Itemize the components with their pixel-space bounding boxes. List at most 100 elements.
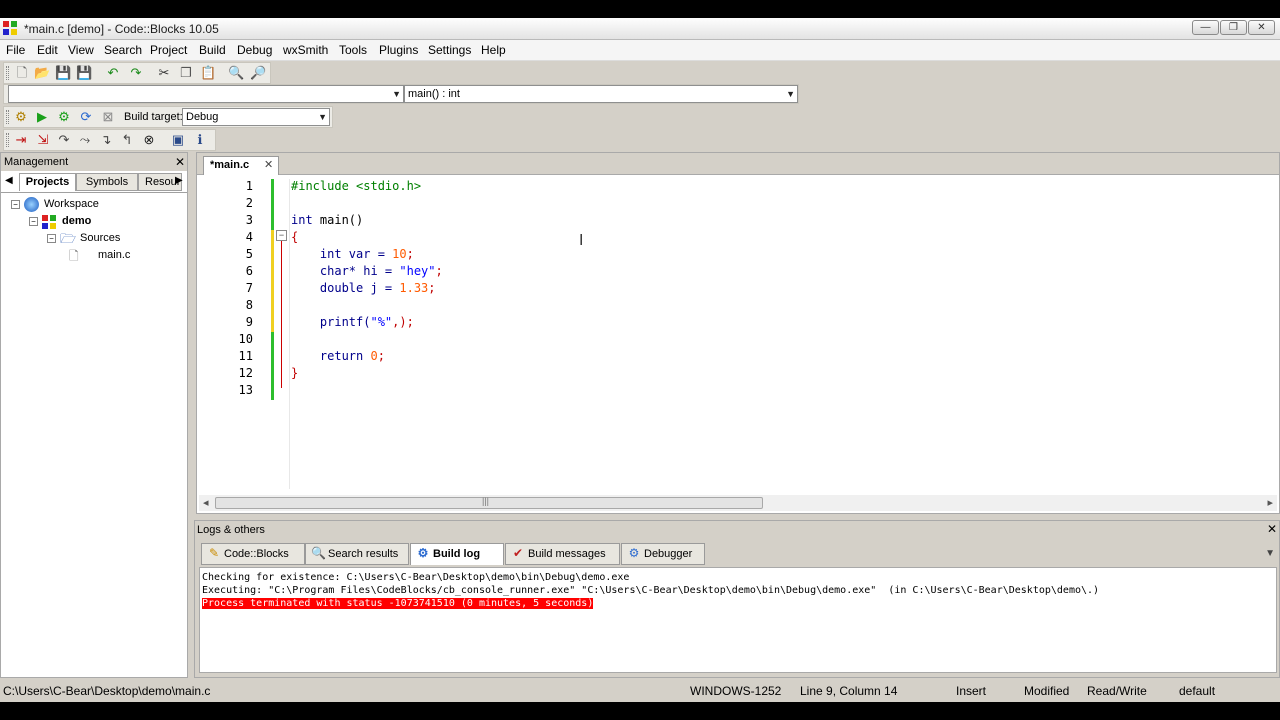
- menu-build[interactable]: Build: [199, 43, 226, 57]
- step-out-icon[interactable]: ↰: [119, 132, 135, 148]
- stop-debugger-icon[interactable]: ⊗: [141, 132, 157, 148]
- editor-panel: *main.c ✕ 1 2 3 4 5 6 7 8 9 10 11 12 13 …: [196, 152, 1280, 514]
- save-all-icon[interactable]: 💾: [76, 65, 92, 81]
- management-panel: Management ✕ ◀ Projects Symbols Resour ▶…: [0, 152, 188, 678]
- build-messages-icon: ✔: [512, 546, 524, 560]
- collapse-toggle-icon[interactable]: −: [29, 217, 38, 226]
- divider: [1, 192, 187, 193]
- code-text: printf(: [291, 315, 371, 329]
- tab-build-log[interactable]: ⚙ Build log: [410, 543, 504, 565]
- next-line-icon[interactable]: ↷: [56, 132, 72, 148]
- redo-icon[interactable]: ↷: [128, 65, 144, 81]
- build-target-combo[interactable]: Debug ▼: [182, 108, 330, 126]
- paste-icon[interactable]: 📋: [200, 65, 216, 81]
- menu-edit[interactable]: Edit: [37, 43, 58, 57]
- text-cursor-icon: I: [579, 231, 584, 249]
- close-window-button[interactable]: ✕: [1248, 20, 1275, 35]
- codeblocks-window: *main.c [demo] - Code::Blocks 10.05 — ❐ …: [0, 18, 1280, 702]
- function-combo[interactable]: main() : int ▼: [404, 85, 798, 103]
- tab-debugger[interactable]: ⚙ Debugger: [621, 543, 705, 565]
- editor-tab-strip: *main.c ✕: [197, 153, 1279, 175]
- number-literal: 1.33: [399, 281, 429, 295]
- run-to-cursor-icon[interactable]: ⇲: [35, 132, 51, 148]
- editor-tab-label: *main.c: [210, 159, 250, 171]
- tab-label: Debugger: [644, 548, 693, 560]
- code-line-9: printf("%",);: [291, 315, 414, 329]
- tab-symbols[interactable]: Symbols: [76, 173, 138, 191]
- code-text: main(): [312, 213, 364, 227]
- debug-windows-icon[interactable]: ▣: [170, 132, 186, 148]
- scroll-thumb[interactable]: |||: [215, 496, 763, 509]
- menu-file[interactable]: File: [6, 43, 25, 57]
- maximize-button[interactable]: ❐: [1220, 20, 1247, 35]
- copy-icon[interactable]: ❐: [178, 65, 194, 81]
- scope-combo[interactable]: ▼: [8, 85, 404, 103]
- gear-icon: ⚙: [417, 546, 429, 560]
- step-into-icon[interactable]: ↴: [98, 132, 114, 148]
- build-log-output[interactable]: Checking for existence: C:\Users\C-Bear\…: [199, 567, 1277, 673]
- collapse-toggle-icon[interactable]: −: [47, 234, 56, 243]
- menu-debug[interactable]: Debug: [237, 43, 272, 57]
- tab-scroll-right-icon[interactable]: ▶: [175, 175, 183, 186]
- chevron-down-icon: ▼: [786, 89, 795, 99]
- status-cursor-position: Line 9, Column 14: [800, 684, 898, 698]
- menu-wxsmith[interactable]: wxSmith: [283, 43, 328, 57]
- code-line-3: int main(): [291, 213, 363, 227]
- code-line-11: return 0;: [291, 349, 385, 363]
- code-text: return: [291, 349, 371, 363]
- menu-tools[interactable]: Tools: [339, 43, 367, 57]
- debug-continue-icon[interactable]: ⇥: [13, 132, 29, 148]
- tab-build-messages[interactable]: ✔ Build messages: [505, 543, 620, 565]
- management-title-text: Management: [4, 156, 69, 168]
- menu-settings[interactable]: Settings: [428, 43, 471, 57]
- workspace-icon: [24, 197, 39, 212]
- new-file-icon[interactable]: 🗋: [14, 65, 30, 81]
- horizontal-scrollbar[interactable]: ◂ ||| ▸: [199, 495, 1277, 511]
- tree-label-file: main.c: [98, 249, 131, 261]
- tab-search-results[interactable]: 🔍 Search results: [305, 543, 409, 565]
- scroll-left-icon[interactable]: ◂: [203, 496, 209, 509]
- run-icon[interactable]: ▶: [34, 109, 50, 125]
- undo-icon[interactable]: ↶: [105, 65, 121, 81]
- status-insert-mode: Insert: [956, 684, 987, 698]
- close-icon[interactable]: ✕: [264, 157, 273, 174]
- tab-scroll-left-icon[interactable]: ◀: [5, 175, 13, 186]
- find-icon[interactable]: 🔍: [228, 65, 244, 81]
- close-icon[interactable]: ✕: [175, 153, 185, 171]
- toolbar-grip[interactable]: [6, 66, 9, 80]
- menu-project[interactable]: Project: [150, 43, 187, 57]
- next-instruction-icon[interactable]: ⤳: [77, 132, 93, 148]
- code-area[interactable]: #include <stdio.h> int main() { int var …: [197, 179, 1279, 489]
- tree-label-workspace: Workspace: [44, 198, 99, 210]
- toolbar-grip[interactable]: [6, 133, 9, 147]
- tab-codeblocks-log[interactable]: ✎ Code::Blocks: [201, 543, 305, 565]
- replace-icon[interactable]: 🔎: [250, 65, 266, 81]
- punctuation: ,);: [392, 315, 414, 329]
- editor-tab-main-c[interactable]: *main.c ✕: [203, 156, 279, 175]
- status-profile: default: [1179, 684, 1216, 698]
- save-icon[interactable]: 💾: [55, 65, 71, 81]
- tree-label-sources: Sources: [80, 232, 121, 244]
- close-icon[interactable]: ✕: [1267, 522, 1277, 536]
- scroll-right-icon[interactable]: ▸: [1267, 496, 1273, 509]
- tabs-dropdown-icon[interactable]: ▼: [1265, 548, 1275, 559]
- build-and-run-icon[interactable]: ⚙: [56, 109, 72, 125]
- rebuild-icon[interactable]: ⟳: [78, 109, 94, 125]
- abort-icon[interactable]: ⊠: [100, 109, 116, 125]
- info-icon[interactable]: ℹ: [192, 132, 208, 148]
- tab-label: Search results: [328, 548, 399, 560]
- menu-view[interactable]: View: [68, 43, 94, 57]
- build-gear-icon[interactable]: ⚙: [13, 109, 29, 125]
- menu-help[interactable]: Help: [481, 43, 506, 57]
- tab-projects[interactable]: Projects: [19, 173, 76, 191]
- open-folder-icon[interactable]: 📂: [34, 65, 50, 81]
- cut-icon[interactable]: ✂: [156, 65, 172, 81]
- minimize-button[interactable]: —: [1192, 20, 1219, 35]
- log-line-error: Process terminated with status -10737415…: [202, 598, 594, 609]
- menu-search[interactable]: Search: [104, 43, 142, 57]
- toolbar-grip[interactable]: [6, 110, 9, 124]
- menu-plugins[interactable]: Plugins: [379, 43, 418, 57]
- collapse-toggle-icon[interactable]: −: [11, 200, 20, 209]
- tab-label: Build log: [433, 548, 481, 560]
- tree-node-workspace[interactable]: − Workspace: [9, 197, 209, 213]
